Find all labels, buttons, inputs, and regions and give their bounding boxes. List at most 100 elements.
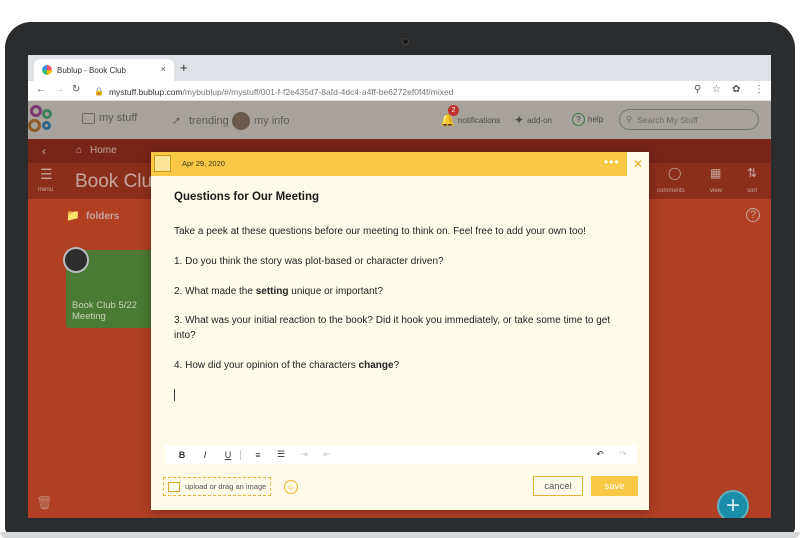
comments-icon[interactable]: ◯	[668, 166, 681, 180]
redo-icon[interactable]: ↷	[617, 449, 629, 460]
folder-card[interactable]: Book Club 5/22 Meeting	[63, 247, 154, 328]
underline-button[interactable]: U	[222, 450, 234, 460]
sort-label: sort	[747, 188, 758, 194]
image-icon	[168, 481, 180, 492]
note-question-2[interactable]: 2. What made the setting unique or impor…	[174, 284, 634, 299]
tab-title: Bublup - Book Club	[57, 65, 126, 75]
menu-label: menu	[38, 187, 54, 193]
q2-text-start: 2. What made the	[174, 286, 256, 297]
help-icon: ?	[572, 113, 585, 126]
modal-header: Apr 29, 2020 ••• ✕	[151, 152, 649, 176]
folder-card-title: Book Club 5/22 Meeting	[72, 300, 137, 322]
cancel-button[interactable]: cancel	[533, 476, 583, 496]
nav-my-info[interactable]: my info	[232, 112, 289, 130]
bublup-logo[interactable]	[28, 103, 60, 137]
url-field[interactable]: 🔒 mystuff.bublup.com /mybublup/#/mystuff…	[94, 84, 684, 99]
app-header: my stuff ➚ trending my info 🔔 notificati…	[28, 101, 771, 139]
folder-icon	[82, 112, 95, 124]
q4-text-end: ?	[393, 360, 400, 371]
extension-icon[interactable]: ✿	[732, 84, 740, 95]
q2-bold-text: setting	[255, 286, 289, 297]
folders-icon: 📁	[66, 210, 80, 222]
new-tab-button[interactable]: +	[180, 60, 188, 75]
text-cursor	[174, 389, 175, 401]
sort-icon[interactable]: ⇅	[747, 166, 757, 180]
q2-text-end: unique or important?	[288, 286, 384, 297]
folders-heading: folders	[86, 211, 120, 222]
browser-tab-bar: Bublup - Book Club × +	[28, 55, 771, 81]
q4-bold-text: change	[358, 360, 394, 371]
trending-icon: ➚	[171, 115, 182, 127]
upload-image-dropzone[interactable]: upload or drag an image	[163, 477, 271, 496]
format-toolbar: B I U ≡ ☰ ⇥ ⇤ ↶ ↷	[165, 445, 637, 464]
undo-icon[interactable]: ↶	[594, 449, 606, 460]
notifications-label: notifications	[457, 115, 501, 125]
back-arrow-icon[interactable]: ←	[36, 84, 46, 95]
view-label: view	[710, 188, 723, 194]
nav-trending[interactable]: ➚ trending	[168, 112, 229, 129]
trash-icon[interactable]: 🗑	[36, 495, 53, 511]
tab-close-icon[interactable]: ×	[161, 64, 166, 74]
italic-button[interactable]: I	[199, 450, 211, 460]
laptop-base	[0, 532, 800, 538]
notifications-button[interactable]: 🔔 notifications	[440, 113, 500, 127]
screen: Bublup - Book Club × + ← → ↻ 🔒 mystuff.b…	[28, 55, 771, 518]
upload-label: upload or drag an image	[185, 482, 267, 491]
url-path: /mybublup/#/mystuff/001-f-f2e435d7-8afd-…	[182, 86, 454, 97]
bold-button[interactable]: B	[176, 450, 188, 460]
laptop-frame: Bublup - Book Club × + ← → ↻ 🔒 mystuff.b…	[0, 22, 800, 538]
search-placeholder: Search My Stuff	[637, 114, 698, 125]
numbered-list-icon[interactable]: ☰	[275, 449, 287, 460]
help-button[interactable]: ? help	[572, 113, 603, 126]
bullet-list-icon[interactable]: ≡	[252, 450, 264, 460]
note-question-1[interactable]: 1. Do you think the story was plot-based…	[174, 254, 634, 269]
help-label: help	[588, 115, 604, 124]
nav-trending-label: trending	[189, 114, 229, 127]
more-options-icon[interactable]: •••	[604, 155, 620, 169]
search-input[interactable]: ⚲ Search My Stuff	[619, 109, 759, 130]
notifications-count-badge: 2	[448, 105, 459, 116]
close-icon[interactable]: ✕	[627, 152, 649, 176]
toolbar-divider	[240, 449, 241, 460]
comments-label: comments	[657, 188, 685, 194]
save-button[interactable]: save	[591, 476, 638, 496]
lock-icon: 🔒	[94, 87, 104, 96]
add-fab-button[interactable]: +	[717, 490, 749, 518]
forward-arrow-icon[interactable]: →	[54, 84, 64, 95]
addon-button[interactable]: ✦ add-on	[514, 113, 552, 127]
url-host: mystuff.bublup.com	[108, 86, 183, 97]
outdent-icon[interactable]: ⇤	[321, 449, 333, 460]
bookmark-star-icon[interactable]: ☆	[712, 84, 721, 95]
home-icon[interactable]: ⌂	[76, 145, 82, 156]
webcam	[402, 38, 409, 45]
page-title: Book Club	[75, 171, 163, 192]
menu-icon[interactable]: ☰	[40, 166, 53, 183]
nav-my-stuff-label: my stuff	[99, 112, 138, 124]
reload-icon[interactable]: ↻	[72, 84, 80, 95]
note-icon	[154, 155, 171, 172]
note-date: Apr 29, 2020	[182, 159, 225, 168]
help-circle-icon[interactable]: ?	[746, 208, 760, 222]
note-editor-modal: Apr 29, 2020 ••• ✕ Questions for Our Mee…	[151, 152, 649, 510]
nav-my-info-label: my info	[254, 115, 290, 127]
avatar	[232, 112, 250, 130]
breadcrumb-home[interactable]: Home	[90, 145, 117, 156]
view-icon[interactable]: ▦	[710, 166, 721, 180]
chrome-menu-icon[interactable]: ⋮	[754, 84, 764, 95]
emoji-icon[interactable]: ☺	[284, 480, 298, 494]
q4-text-start: 4. How did your opinion of the character…	[174, 360, 359, 371]
note-title[interactable]: Questions for Our Meeting	[174, 191, 319, 203]
zoom-icon[interactable]: ⚲	[694, 84, 701, 95]
indent-icon[interactable]: ⇥	[298, 449, 310, 460]
group-icon	[63, 247, 89, 273]
bublup-favicon-icon	[42, 65, 52, 75]
addon-label: add-on	[527, 115, 552, 125]
browser-tab[interactable]: Bublup - Book Club ×	[34, 59, 174, 81]
note-question-4[interactable]: 4. How did your opinion of the character…	[174, 358, 634, 373]
note-intro[interactable]: Take a peek at these questions before ou…	[174, 224, 634, 239]
nav-my-stuff[interactable]: my stuff	[82, 112, 137, 124]
back-chevron-icon[interactable]: ‹	[42, 144, 46, 158]
note-question-3[interactable]: 3. What was your initial reaction to the…	[174, 313, 634, 343]
puzzle-icon: ✦	[514, 113, 525, 127]
address-bar: ← → ↻ 🔒 mystuff.bublup.com /mybublup/#/m…	[28, 81, 771, 101]
